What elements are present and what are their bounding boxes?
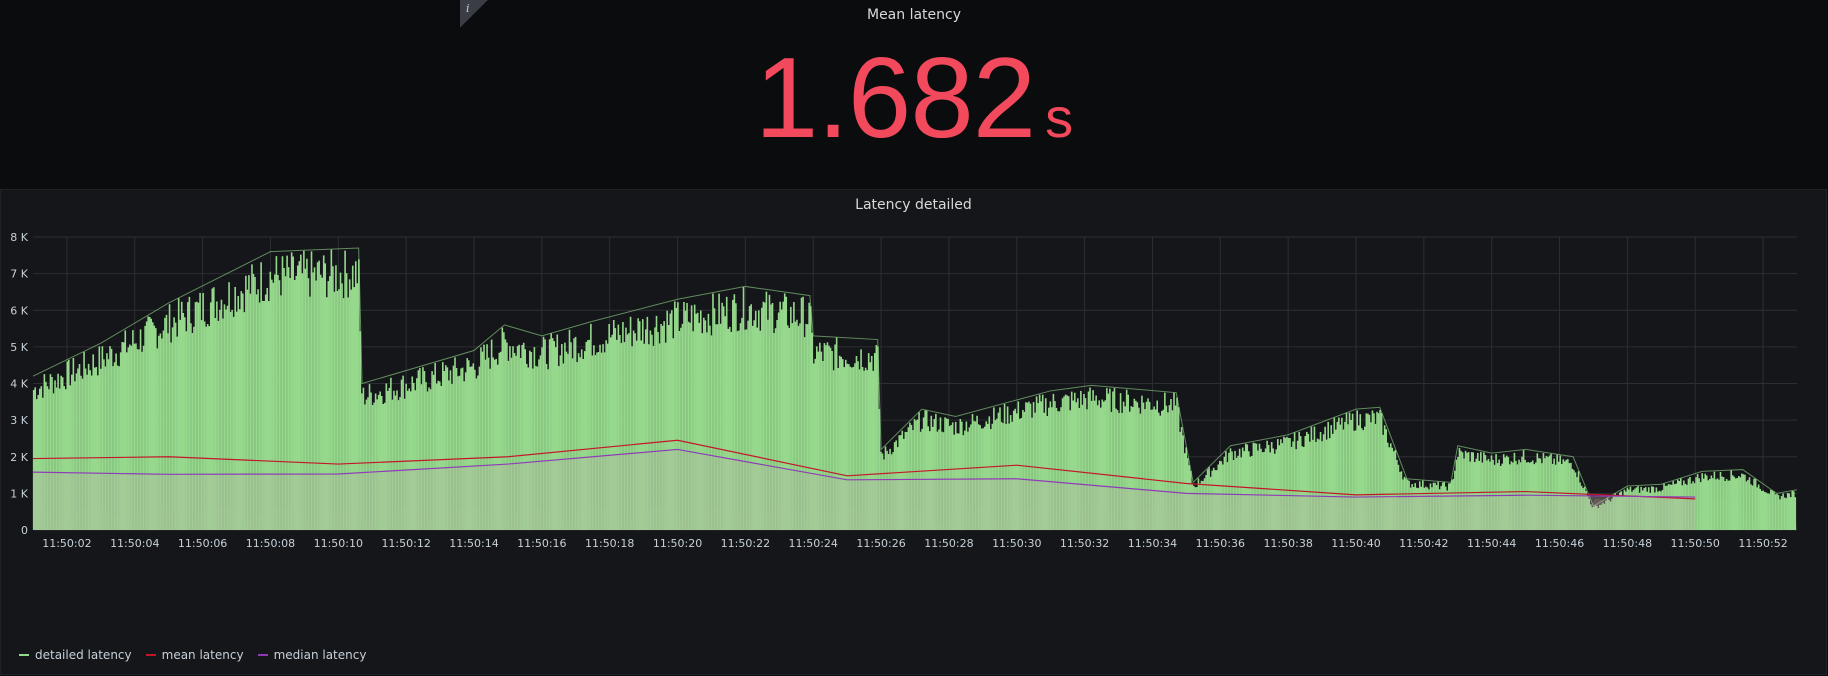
- x-tick-label: 11:50:20: [653, 537, 702, 550]
- x-tick-label: 11:50:16: [517, 537, 566, 550]
- y-tick-label: 0: [21, 524, 28, 537]
- legend-item-mean-latency[interactable]: mean latency: [145, 648, 244, 662]
- legend-label: mean latency: [161, 648, 244, 662]
- legend-swatch: [145, 654, 156, 656]
- legend-label: detailed latency: [35, 648, 132, 662]
- panel-title[interactable]: Mean latency: [0, 7, 1828, 23]
- x-tick-label: 11:50:44: [1467, 537, 1516, 550]
- y-tick-label: 2 K: [10, 451, 28, 464]
- chart-legend: detailed latency mean latency median lat…: [19, 648, 366, 662]
- x-tick-label: 11:50:52: [1738, 537, 1787, 550]
- x-tick-label: 11:50:34: [1128, 537, 1177, 550]
- y-tick-label: 4 K: [10, 378, 28, 391]
- y-tick-label: 1 K: [10, 487, 28, 500]
- y-tick-label: 5 K: [10, 341, 28, 354]
- stat-unit: s: [1045, 86, 1074, 149]
- x-tick-label: 11:50:32: [1060, 537, 1109, 550]
- y-tick-label: 7 K: [10, 268, 28, 281]
- x-tick-label: 11:50:48: [1603, 537, 1652, 550]
- x-tick-label: 11:50:28: [924, 537, 973, 550]
- x-tick-label: 11:50:12: [381, 537, 430, 550]
- legend-swatch: [19, 654, 29, 656]
- x-tick-label: 11:50:18: [585, 537, 634, 550]
- graph-panel-latency-detailed[interactable]: Latency detailed 01 K2 K3 K4 K5 K6 K7 K8…: [0, 189, 1827, 675]
- x-tick-label: 11:50:04: [110, 537, 159, 550]
- x-tick-label: 11:50:22: [721, 537, 770, 550]
- legend-item-detailed-latency[interactable]: detailed latency: [19, 648, 132, 662]
- x-tick-label: 11:50:14: [449, 537, 498, 550]
- x-tick-label: 11:50:40: [1331, 537, 1380, 550]
- latency-chart[interactable]: 0 1 K 2 K 3 K 4 K 5 K 6 K 7 K 8 K 11:50:02 11:50:0…: [1, 190, 1828, 676]
- x-tick-label: 11:50:26: [856, 537, 905, 550]
- x-tick-label: 11:50:38: [1263, 537, 1312, 550]
- x-tick-label: 11:50:24: [789, 537, 838, 550]
- legend-item-median-latency[interactable]: median latency: [257, 648, 367, 662]
- legend-label: median latency: [273, 648, 367, 662]
- x-tick-label: 11:50:02: [42, 537, 91, 550]
- y-tick-label: 6 K: [10, 304, 28, 317]
- y-tick-label: 8 K: [10, 231, 28, 244]
- x-tick-label: 11:50:36: [1196, 537, 1245, 550]
- stat-number: 1.682: [754, 35, 1036, 162]
- x-tick-label: 11:50:42: [1399, 537, 1448, 550]
- x-tick-label: 11:50:10: [314, 537, 363, 550]
- y-tick-label: 3 K: [10, 414, 28, 427]
- x-tick-label: 11:50:30: [992, 537, 1041, 550]
- x-tick-label: 11:50:46: [1535, 537, 1584, 550]
- x-tick-label: 11:50:08: [246, 537, 295, 550]
- x-tick-label: 11:50:06: [178, 537, 227, 550]
- legend-swatch: [257, 654, 268, 656]
- stat-value: 1.682 s: [0, 42, 1828, 156]
- x-tick-label: 11:50:50: [1671, 537, 1720, 550]
- stat-panel-mean-latency[interactable]: i Mean latency 1.682 s: [0, 0, 1828, 188]
